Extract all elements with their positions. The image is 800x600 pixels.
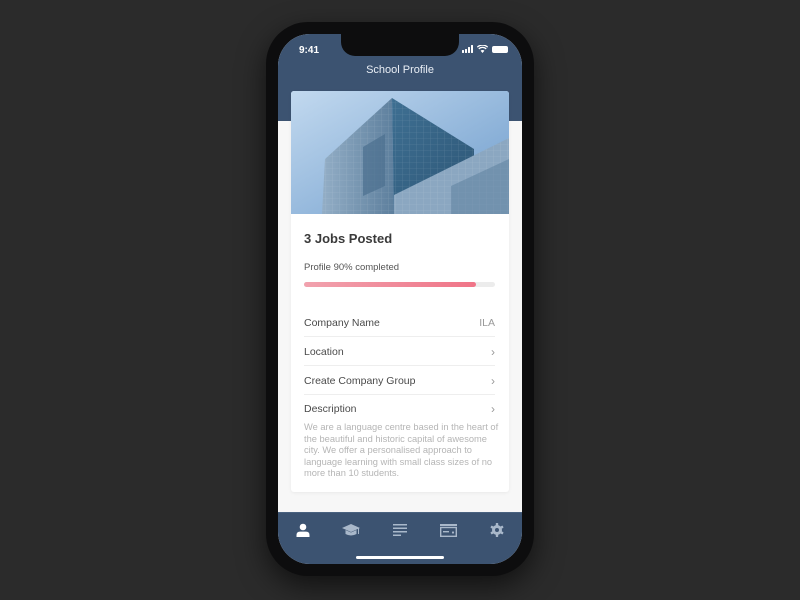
row-label: Location [304,345,344,358]
description-text: We are a language centre based in the he… [304,422,499,478]
description-row[interactable]: Description › [304,395,495,423]
notch [341,34,459,56]
home-indicator[interactable] [356,556,444,559]
create-company-group-row[interactable]: Create Company Group › [304,367,495,395]
page-title: School Profile [366,64,434,76]
battery-icon [492,45,508,53]
list-icon [393,523,407,536]
tab-bar [278,512,522,564]
progress-fill [304,282,476,287]
jobs-posted-title: 3 Jobs Posted [304,231,393,246]
signal-icon [462,45,473,53]
wifi-icon [477,45,488,53]
chevron-right-icon: › [491,402,495,416]
tab-education[interactable] [340,521,362,539]
gear-icon [490,523,504,537]
company-name-row[interactable]: Company Name ILA [304,309,495,337]
row-label: Description [304,403,357,415]
tab-settings[interactable] [486,521,508,539]
tab-payments[interactable] [437,521,459,539]
building-illustration [291,91,509,214]
progress-label: Profile 90% completed [304,262,400,273]
tab-listings[interactable] [389,521,411,539]
profile-card: 3 Jobs Posted Profile 90% completed Comp… [291,91,509,492]
row-label: Company Name [304,316,380,329]
profile-progress-bar [304,282,495,287]
status-icons [462,45,508,53]
status-time: 9:41 [299,45,320,56]
row-label: Create Company Group [304,374,416,387]
company-name-value: ILA [479,316,495,329]
card-icon [439,523,457,537]
phone-screen: 9:41 School Profile 3 Jobs Posted Profil… [278,34,522,564]
tab-profile[interactable] [292,521,314,539]
chevron-right-icon: › [491,344,495,359]
user-icon [296,523,310,537]
location-row[interactable]: Location › [304,338,495,366]
hero-image [291,91,509,214]
graduation-cap-icon [342,524,360,536]
chevron-right-icon: › [491,373,495,388]
